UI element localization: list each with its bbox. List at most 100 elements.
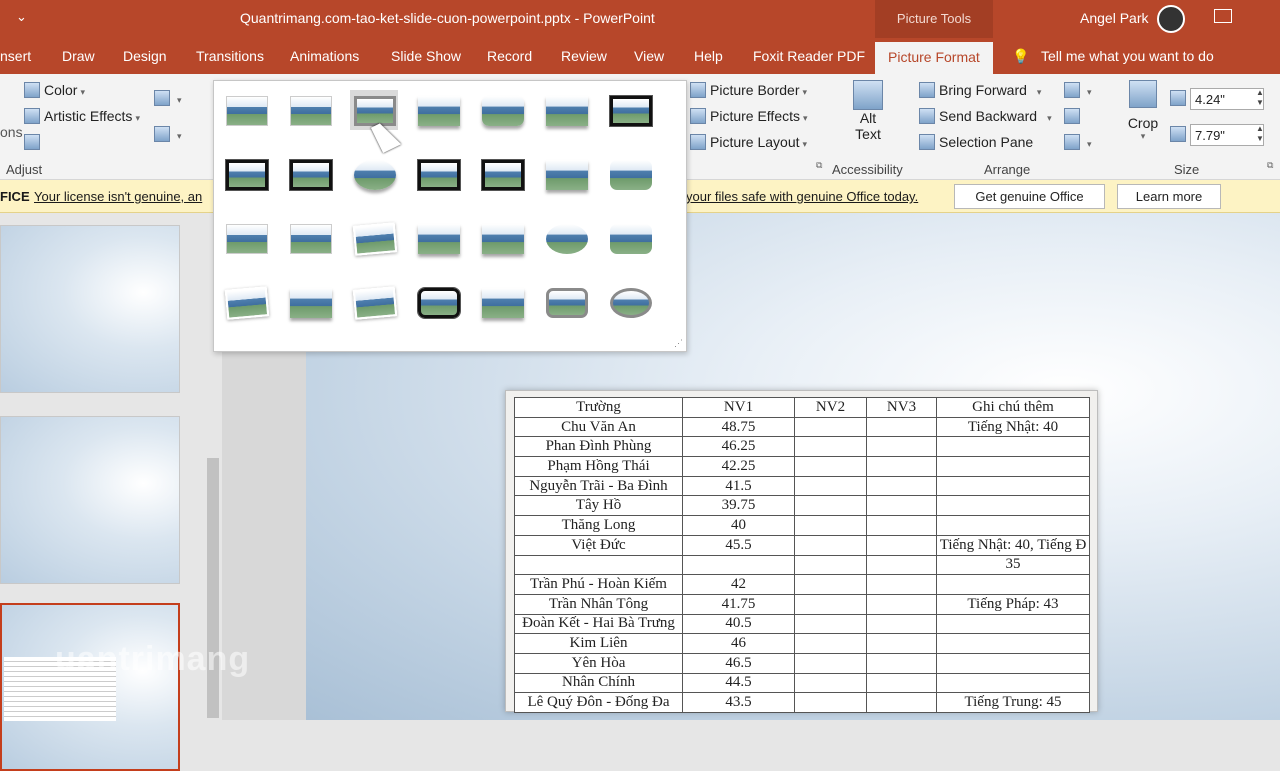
corrections-label-cut[interactable]: ons — [0, 124, 23, 140]
tab-animations[interactable]: Animations — [290, 48, 359, 64]
group-button[interactable] — [1064, 108, 1084, 124]
picture-style-thumbnail-icon — [418, 224, 460, 254]
width-icon — [1170, 126, 1190, 142]
scrollbar-thumb[interactable] — [207, 458, 219, 718]
tab-help[interactable]: Help — [694, 48, 723, 64]
rotate-button[interactable]: ▾ — [1064, 134, 1092, 150]
tab-view[interactable]: View — [634, 48, 664, 64]
table-cell — [794, 574, 867, 595]
alt-text-button[interactable]: Alt Text — [846, 80, 890, 142]
slide-thumbnail[interactable] — [0, 416, 180, 584]
picture-style-option[interactable] — [222, 282, 270, 322]
transparency-button[interactable] — [24, 134, 44, 150]
table-cell — [936, 475, 1090, 497]
height-spinner[interactable]: ▲ ▼ — [1254, 88, 1266, 110]
picture-style-option[interactable] — [414, 154, 462, 194]
width-spinner[interactable]: ▲ ▼ — [1254, 124, 1266, 146]
picture-style-option[interactable] — [542, 218, 590, 258]
picture-style-thumbnail-icon — [546, 224, 588, 254]
picture-effects-button[interactable]: Picture Effects ▾ — [690, 108, 808, 124]
selection-pane-button[interactable]: Selection Pane — [919, 134, 1033, 150]
shape-height-input[interactable]: 4.24" — [1190, 88, 1264, 110]
picture-style-option[interactable] — [542, 90, 590, 130]
learn-more-button[interactable]: Learn more — [1117, 184, 1221, 209]
change-picture-icon — [154, 126, 170, 142]
picture-style-option[interactable] — [222, 90, 270, 130]
slide-thumbnail[interactable] — [0, 225, 180, 393]
picture-style-option[interactable] — [606, 218, 654, 258]
slide-thumbnail-selected[interactable] — [0, 603, 180, 771]
picture-style-option[interactable] — [606, 282, 654, 322]
tab-picture-format[interactable]: Picture Format — [875, 42, 993, 74]
ribbon-display-options-icon[interactable] — [1214, 9, 1232, 23]
customize-qat-icon[interactable]: ⌄ — [16, 9, 27, 25]
picture-style-thumbnail-icon — [610, 224, 652, 254]
picture-style-thumbnail-icon — [226, 96, 268, 126]
table-cell — [936, 456, 1090, 477]
compress-pictures-button[interactable]: ▾ — [154, 90, 182, 106]
picture-style-option[interactable] — [286, 90, 334, 130]
table-row: Lê Quý Đôn - Đống Đa 43.5 Tiếng Trung: 45 — [514, 692, 1090, 713]
picture-style-thumbnail-icon — [546, 96, 588, 126]
table-cell — [866, 613, 937, 635]
tab-insert[interactable]: nsert — [0, 48, 31, 64]
size-launcher-icon[interactable]: ⧉ — [1267, 160, 1273, 171]
picture-style-option[interactable] — [478, 154, 526, 194]
table-cell — [866, 515, 937, 536]
picture-style-option[interactable] — [350, 282, 398, 322]
tab-design[interactable]: Design — [123, 48, 167, 64]
picture-style-option[interactable] — [606, 154, 654, 194]
picture-style-option[interactable] — [350, 218, 398, 258]
table-cell: 41.75 — [682, 593, 795, 615]
picture-style-option[interactable] — [286, 154, 334, 194]
color-button[interactable]: Color ▾ — [24, 82, 85, 98]
get-genuine-office-button[interactable]: Get genuine Office — [954, 184, 1105, 209]
picture-style-option[interactable] — [542, 154, 590, 194]
compress-icon — [154, 90, 170, 106]
picture-style-option[interactable] — [478, 218, 526, 258]
align-button[interactable]: ▾ — [1064, 82, 1092, 98]
table-cell: Tiếng Trung: 45 — [936, 692, 1090, 713]
picture-style-option[interactable] — [222, 218, 270, 258]
picture-style-option[interactable] — [414, 218, 462, 258]
artistic-effects-button[interactable]: Artistic Effects ▾ — [24, 108, 140, 124]
tab-slide-show[interactable]: Slide Show — [391, 48, 461, 64]
picture-styles-launcher-icon[interactable]: ⧉ — [816, 160, 822, 171]
picture-style-option[interactable] — [222, 154, 270, 194]
tab-review[interactable]: Review — [561, 48, 607, 64]
send-backward-button[interactable]: Send Backward ▾ — [919, 108, 1052, 124]
gallery-resize-grip-icon[interactable]: ⋰ — [674, 338, 683, 349]
tab-transitions[interactable]: Transitions — [196, 48, 264, 64]
tell-me-icon[interactable]: 💡 — [1012, 48, 1029, 65]
transparency-icon — [24, 134, 40, 150]
table-row: Trần Nhân Tông 41.75 Tiếng Pháp: 43 — [514, 593, 1090, 615]
genuine-link[interactable]: your files safe with genuine Office toda… — [686, 189, 918, 204]
picture-tools-context: Picture Tools — [875, 0, 993, 38]
table-cell: 45.5 — [682, 534, 795, 556]
picture-style-option[interactable] — [286, 218, 334, 258]
license-link[interactable]: Your license isn't genuine, an — [34, 189, 202, 204]
picture-style-option[interactable] — [350, 154, 398, 194]
shape-width-input[interactable]: 7.79" — [1190, 124, 1264, 146]
tab-record[interactable]: Record — [487, 48, 532, 64]
crop-button[interactable]: Crop ▾ — [1124, 80, 1162, 142]
picture-style-option[interactable] — [414, 90, 462, 130]
picture-style-option[interactable] — [478, 90, 526, 130]
table-cell — [794, 436, 867, 458]
picture-border-button[interactable]: Picture Border ▾ — [690, 82, 807, 98]
picture-style-option[interactable] — [414, 282, 462, 322]
picture-style-option[interactable] — [478, 282, 526, 322]
tell-me-search[interactable]: Tell me what you want to do — [1041, 48, 1214, 64]
user-name[interactable]: Angel Park — [1080, 10, 1148, 26]
picture-style-option[interactable] — [542, 282, 590, 322]
picture-style-option[interactable] — [286, 282, 334, 322]
change-picture-button[interactable]: ▾ — [154, 126, 182, 142]
bring-forward-button[interactable]: Bring Forward ▾ — [919, 82, 1041, 98]
picture-layout-button[interactable]: Picture Layout ▾ — [690, 134, 807, 150]
tab-draw[interactable]: Draw — [62, 48, 95, 64]
tab-foxit-reader-pdf[interactable]: Foxit Reader PDF — [753, 48, 865, 64]
picture-style-option[interactable] — [606, 90, 654, 130]
avatar[interactable] — [1157, 5, 1185, 33]
selected-table-picture[interactable]: Trường NV1 NV2 NV3 Ghi chú thêm Chu Văn … — [505, 390, 1098, 713]
table-cell — [794, 692, 867, 713]
